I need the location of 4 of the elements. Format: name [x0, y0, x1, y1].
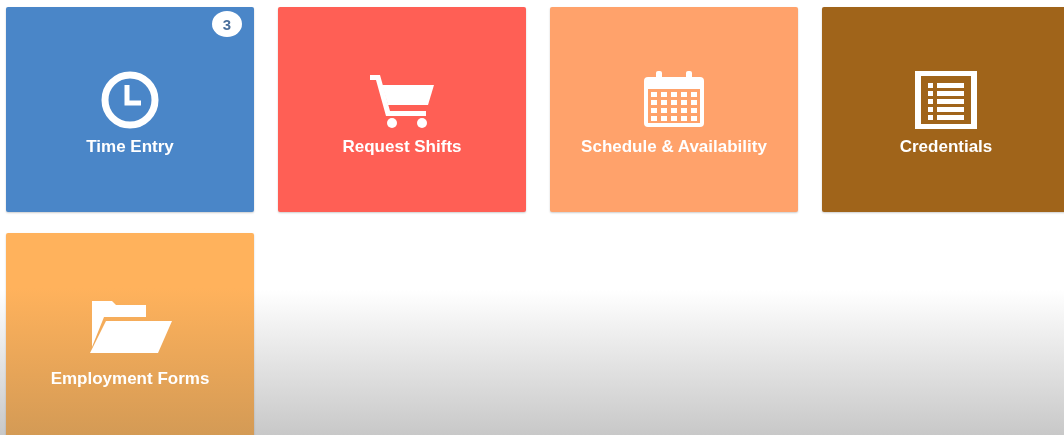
app-tile[interactable]: Schedule & Availability — [550, 7, 798, 212]
app-tile[interactable]: Credentials — [822, 7, 1064, 212]
app-tile[interactable]: Request Shifts — [278, 7, 526, 212]
app-tile[interactable]: Employment Forms — [6, 233, 254, 435]
